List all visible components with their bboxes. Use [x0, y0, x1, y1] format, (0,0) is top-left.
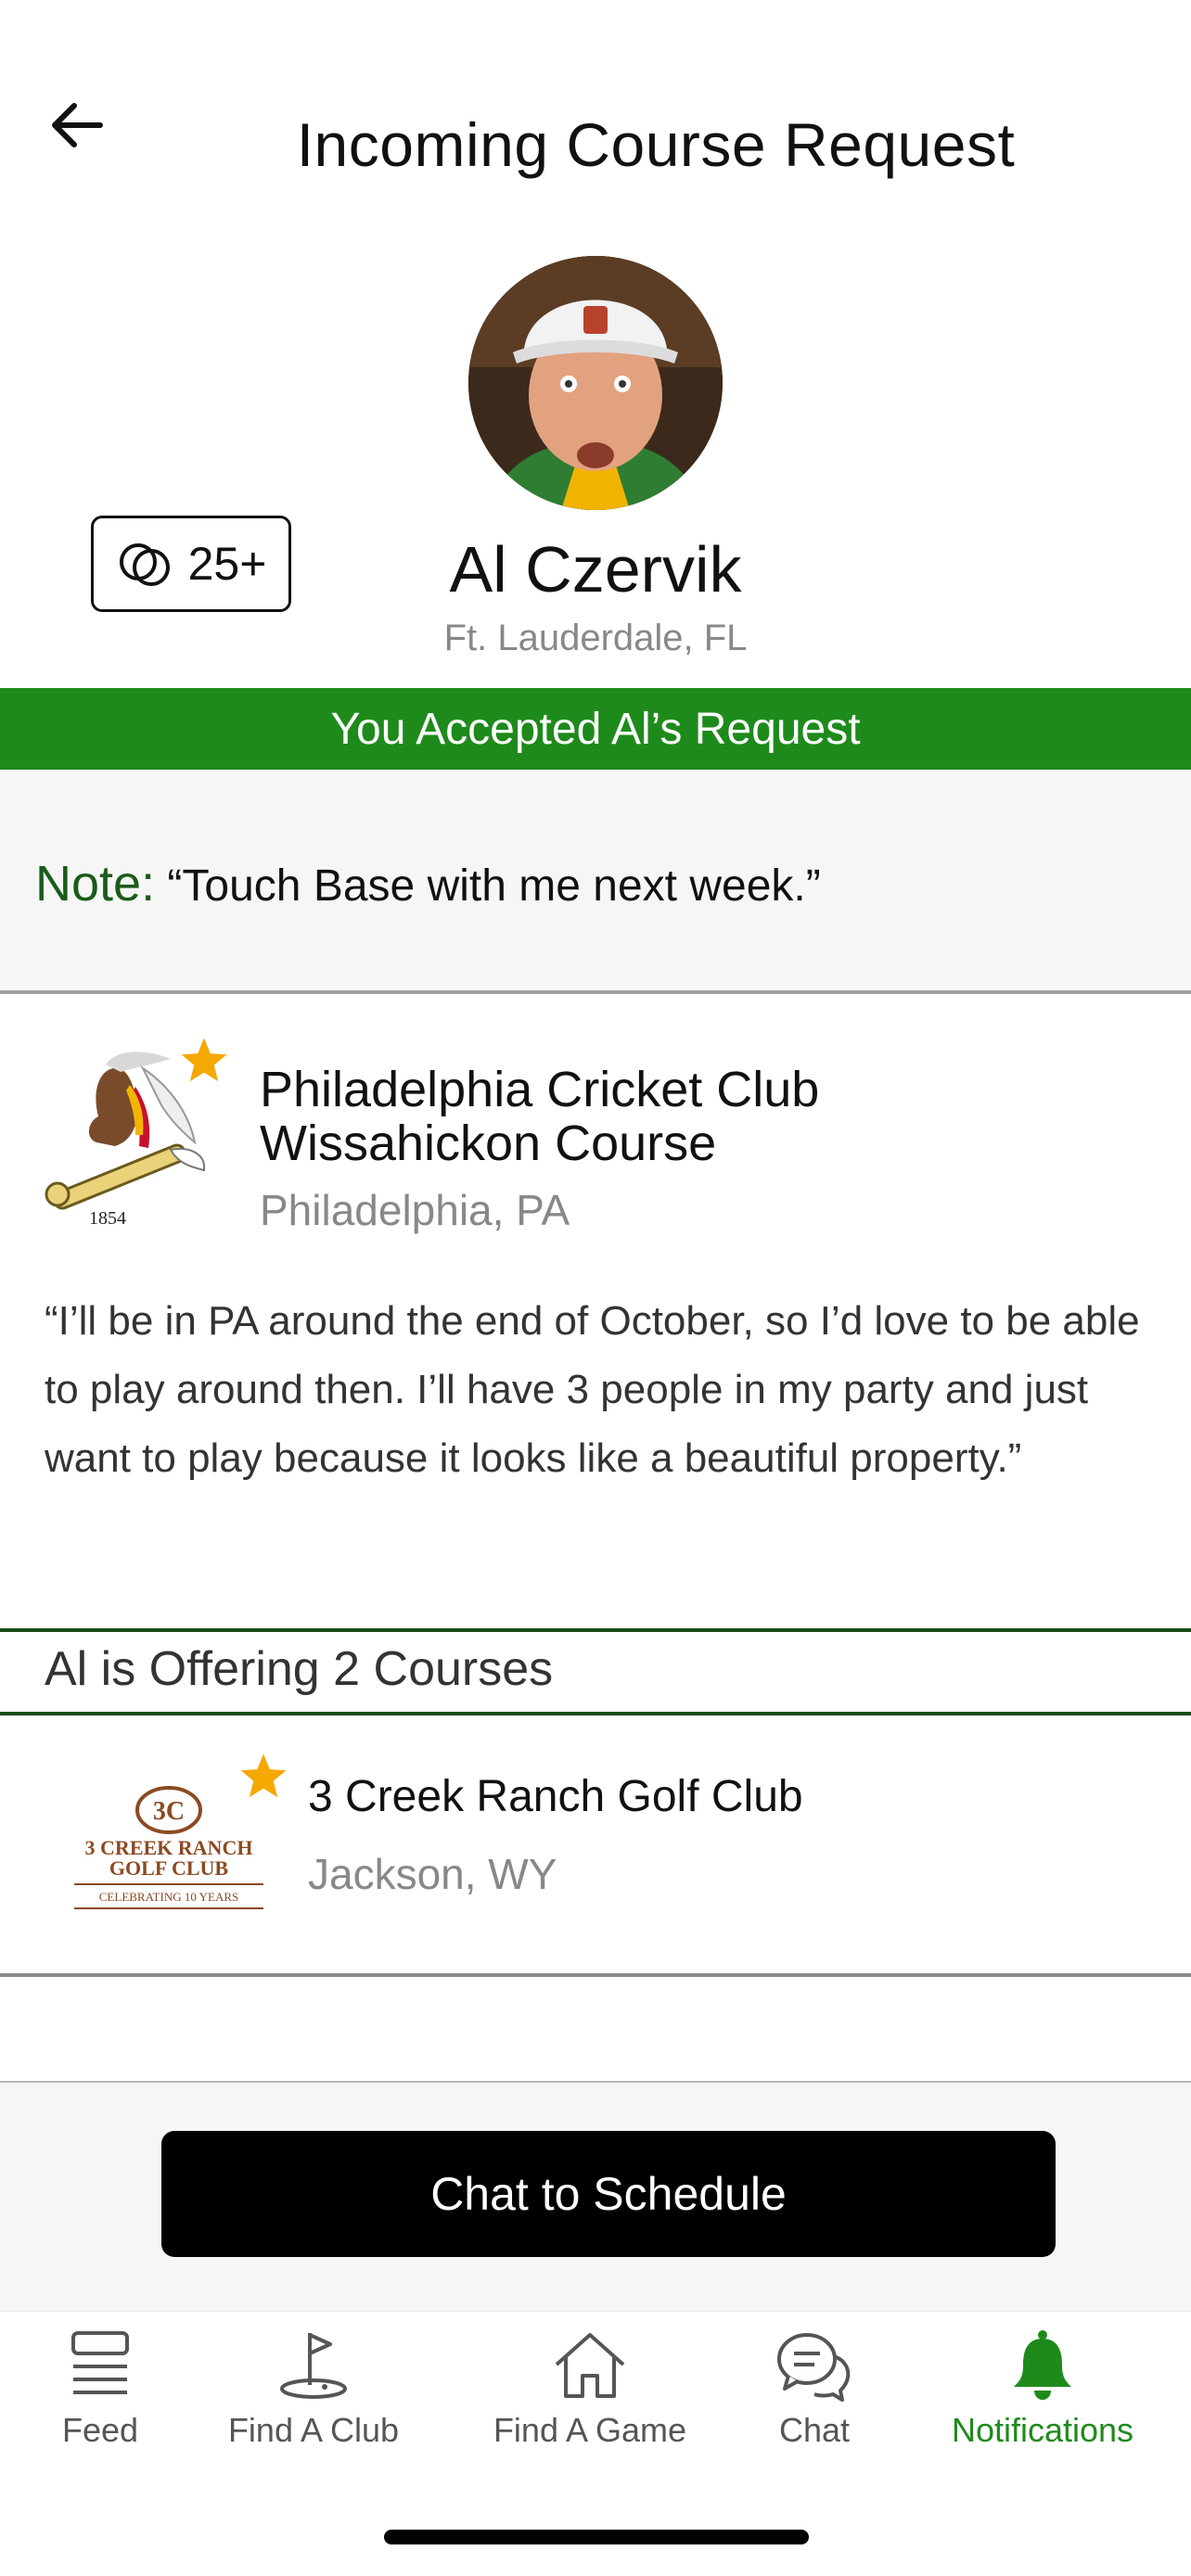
profile-name: Al Czervik [449, 533, 742, 606]
svg-text:3C: 3C [153, 1797, 185, 1826]
course-name-line2: Wissahickon Course [260, 1116, 717, 1171]
note-label: Note: [35, 856, 156, 912]
tab-feed[interactable]: Feed [0, 2327, 202, 2450]
offering-heading: Al is Offering 2 Courses [45, 1642, 554, 1696]
bell-icon [1014, 2330, 1071, 2400]
golf-flag-icon [280, 2333, 347, 2399]
tab-label: Feed [61, 2411, 139, 2449]
requested-course-location: Philadelphia, PA [260, 1186, 570, 1234]
home-indicator[interactable] [384, 2530, 809, 2544]
avatar [468, 256, 723, 510]
offered-course-location: Jackson, WY [308, 1850, 557, 1898]
tab-label: Notifications [951, 2411, 1134, 2449]
note: Note: “Touch Base with me next week.” [35, 855, 821, 912]
status-banner: You Accepted Al’s Request [0, 688, 1191, 770]
tab-label: Find A Game [493, 2411, 687, 2449]
profile-location: Ft. Lauderdale, FL [443, 618, 748, 658]
logo-line3: CELEBRATING 10 YEARS [99, 1890, 238, 1904]
note-text: “Touch Base with me next week.” [167, 861, 821, 911]
tab-notifications[interactable]: Notifications [941, 2327, 1145, 2450]
divider [0, 1973, 1191, 1977]
chat-bubbles-icon [777, 2333, 851, 2402]
arrow-left-icon [52, 103, 103, 147]
tab-chat[interactable]: Chat [712, 2327, 916, 2450]
offered-course-name[interactable]: 3 Creek Ranch Golf Club [308, 1771, 803, 1822]
request-message: “I’ll be in PA around the end of October… [45, 1298, 1140, 1481]
home-icon [555, 2333, 625, 2398]
chat-to-schedule-button[interactable]: Chat to Schedule [161, 2131, 1056, 2257]
back-button[interactable] [45, 93, 109, 158]
tab-find-a-game[interactable]: Find A Game [488, 2327, 692, 2450]
logo-year: 1854 [89, 1208, 126, 1229]
page-title: Incoming Course Request [296, 110, 1016, 179]
favorite-star-icon[interactable] [178, 1035, 230, 1087]
requested-course-name: Philadelphia Cricket Club Wissahickon Co… [260, 1063, 819, 1170]
feed-icon [71, 2331, 129, 2394]
favorite-star-icon[interactable] [237, 1751, 289, 1803]
logo-line2: GOLF CLUB [109, 1856, 228, 1880]
course-name-line1: Philadelphia Cricket Club [260, 1062, 820, 1117]
tab-label: Find A Club [227, 2411, 400, 2449]
tab-find-a-club[interactable]: Find A Club [211, 2327, 416, 2450]
tab-label: Chat [778, 2411, 851, 2449]
